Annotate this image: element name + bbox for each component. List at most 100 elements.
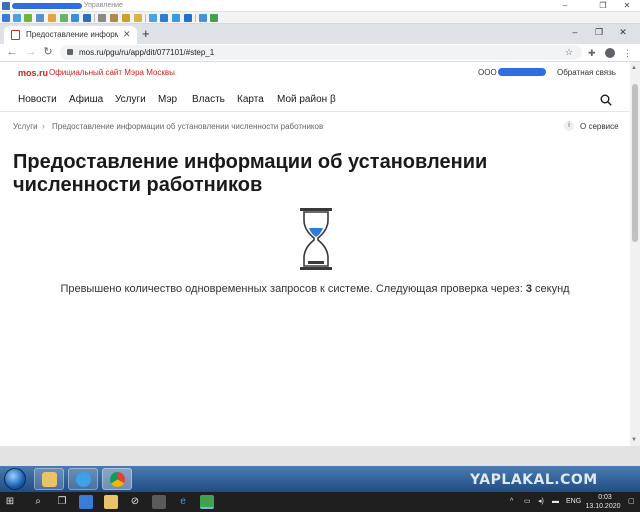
bookmark-star-icon[interactable]: ☆ bbox=[565, 46, 573, 58]
hourglass-icon bbox=[300, 208, 332, 270]
edge-icon[interactable]: e bbox=[176, 495, 190, 509]
url-text[interactable]: mos.ru/pgu/ru/app/dit/077101/#step_1 bbox=[79, 47, 214, 58]
app-icon[interactable] bbox=[149, 14, 157, 22]
app-icon[interactable] bbox=[122, 14, 130, 22]
nav-item-afisha[interactable]: Афиша bbox=[69, 94, 103, 106]
info-icon[interactable]: i bbox=[564, 121, 574, 131]
chevron-right-icon: › bbox=[42, 121, 45, 131]
app-icon[interactable] bbox=[71, 14, 79, 22]
app-icon[interactable] bbox=[110, 14, 118, 22]
browser-close-button[interactable]: ✕ bbox=[612, 26, 634, 38]
back-arrow-icon[interactable]: ← bbox=[5, 46, 19, 59]
more-menu-icon[interactable]: ⋮ bbox=[623, 47, 632, 59]
app-icon[interactable] bbox=[48, 14, 56, 22]
page-title: Предоставление информации об установлени… bbox=[13, 151, 488, 196]
main-navigation: Новости Афиша Услуги Мэр Власть Карта Мо… bbox=[0, 88, 630, 112]
input-language[interactable]: ENG bbox=[566, 495, 581, 509]
app-icon[interactable] bbox=[152, 495, 166, 509]
app-icon[interactable] bbox=[2, 14, 10, 22]
status-message-text: Превышено количество одновременных запро… bbox=[60, 283, 526, 295]
app-icon[interactable] bbox=[13, 14, 21, 22]
app-icon[interactable] bbox=[36, 14, 44, 22]
app-icon[interactable] bbox=[134, 14, 142, 22]
site-top-bar: mos.ru Официальный сайт Мэра Москвы ООО … bbox=[0, 62, 630, 84]
clock-date[interactable]: 13.10.2020 bbox=[583, 502, 623, 511]
page-scrollbar[interactable]: ▲ ▼ bbox=[630, 62, 640, 446]
tab-title: Предоставление информации об bbox=[26, 30, 118, 39]
toolbar-divider bbox=[145, 14, 146, 22]
tray-expand-icon[interactable]: ^ bbox=[510, 495, 513, 509]
app-icon[interactable] bbox=[172, 14, 180, 22]
app-icon[interactable] bbox=[60, 14, 68, 22]
lock-icon bbox=[67, 49, 73, 55]
address-bar[interactable]: mos.ru/pgu/ru/app/dit/077101/#step_1 ☆ bbox=[60, 45, 582, 60]
scrollbar-thumb[interactable] bbox=[632, 84, 638, 242]
nav-item-government[interactable]: Власть bbox=[192, 94, 225, 106]
scroll-up-arrow-icon[interactable]: ▲ bbox=[631, 64, 637, 72]
start-button[interactable] bbox=[4, 468, 26, 490]
nav-item-map[interactable]: Карта bbox=[237, 94, 264, 106]
app-icon[interactable] bbox=[83, 14, 91, 22]
nav-item-mayor[interactable]: Мэр bbox=[158, 94, 177, 106]
new-tab-button[interactable]: + bbox=[142, 27, 150, 40]
rate-limit-message: Превышено количество одновременных запро… bbox=[0, 282, 630, 296]
remote-minimize-button[interactable]: – bbox=[552, 0, 578, 11]
redacted-organization-name bbox=[498, 68, 546, 76]
site-subtitle[interactable]: Официальный сайт Мэра Москвы bbox=[49, 67, 175, 79]
redacted-host-name bbox=[12, 3, 82, 9]
app-icon[interactable] bbox=[24, 14, 32, 22]
page-viewport: mos.ru Официальный сайт Мэра Москвы ООО … bbox=[0, 62, 630, 446]
folder-icon[interactable] bbox=[104, 495, 118, 509]
profile-avatar-icon[interactable] bbox=[605, 48, 615, 58]
app-icon[interactable] bbox=[160, 14, 168, 22]
remote-session-titlebar: Управление – ❐ ✕ bbox=[0, 0, 640, 12]
remote-window-title: Управление bbox=[84, 2, 123, 9]
nav-item-news[interactable]: Новости bbox=[18, 94, 57, 106]
breadcrumb: Услуги › Предоставление информации об ус… bbox=[0, 120, 630, 134]
reload-icon[interactable]: ↻ bbox=[41, 46, 55, 59]
extensions-puzzle-icon[interactable]: ✚ bbox=[588, 47, 596, 59]
about-service-link[interactable]: О сервисе bbox=[580, 121, 619, 132]
browser-minimize-button[interactable]: – bbox=[564, 26, 586, 38]
clock-time[interactable]: 0:03 bbox=[590, 493, 620, 502]
taskbar-chrome-button[interactable] bbox=[102, 468, 132, 490]
task-view-icon[interactable]: ❐ bbox=[55, 495, 69, 509]
remote-desktop-background bbox=[0, 446, 640, 466]
app-icon[interactable] bbox=[199, 14, 207, 22]
app-icon[interactable] bbox=[210, 14, 218, 22]
quick-launch-toolbar bbox=[0, 12, 640, 24]
organization-label[interactable]: ООО bbox=[478, 67, 497, 79]
search-icon[interactable]: ⌕ bbox=[31, 495, 45, 509]
keyboard-icon[interactable]: ▬ bbox=[552, 495, 559, 509]
nav-item-my-district[interactable]: Мой район β bbox=[277, 94, 336, 106]
feedback-link[interactable]: Обратная связь bbox=[557, 67, 616, 79]
remote-app-icon bbox=[2, 2, 10, 10]
windows-logo-icon[interactable]: ⊞ bbox=[3, 495, 17, 509]
breadcrumb-current: Предоставление информации об установлени… bbox=[52, 122, 324, 131]
remote-taskbar: YAPLAKAL.COM bbox=[0, 466, 640, 492]
chrome-icon bbox=[110, 472, 125, 487]
forward-arrow-icon[interactable]: → bbox=[24, 46, 38, 59]
blocked-app-icon[interactable]: ⊘ bbox=[128, 495, 142, 509]
browser-tab-active[interactable]: Предоставление информации об ✕ bbox=[4, 26, 137, 44]
watermark: YAPLAKAL.COM bbox=[470, 472, 598, 488]
active-app-icon[interactable] bbox=[200, 495, 214, 509]
remote-maximize-button[interactable]: ❐ bbox=[590, 0, 616, 11]
breadcrumb-services[interactable]: Услуги bbox=[13, 121, 38, 132]
app-icon[interactable] bbox=[98, 14, 106, 22]
remote-close-button[interactable]: ✕ bbox=[614, 0, 640, 11]
browser-tab-strip: Предоставление информации об ✕ + – ❐ ✕ bbox=[0, 24, 640, 44]
network-icon[interactable]: ▭ bbox=[524, 495, 531, 509]
scroll-down-arrow-icon[interactable]: ▼ bbox=[631, 436, 637, 444]
taskbar-ie-button[interactable] bbox=[68, 468, 98, 490]
browser-restore-button[interactable]: ❐ bbox=[588, 26, 610, 38]
volume-icon[interactable]: ◂) bbox=[538, 495, 544, 509]
tab-close-icon[interactable]: ✕ bbox=[123, 29, 131, 40]
search-icon[interactable] bbox=[600, 94, 612, 106]
taskbar-explorer-button[interactable] bbox=[34, 468, 64, 490]
nav-item-services[interactable]: Услуги bbox=[115, 94, 146, 106]
app-icon[interactable] bbox=[184, 14, 192, 22]
remote-desktop-icon[interactable] bbox=[79, 495, 93, 509]
notifications-icon[interactable]: ▢ bbox=[628, 495, 635, 509]
site-logo[interactable]: mos.ru bbox=[18, 67, 48, 79]
